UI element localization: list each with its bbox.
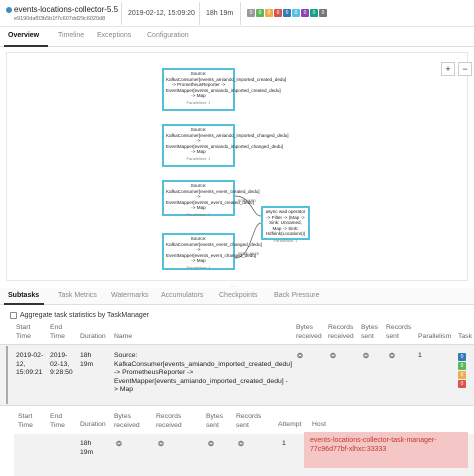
subtask-host: events-locations-collector-task-manager-… (304, 432, 468, 468)
job-duration: 18h 19m (206, 10, 234, 17)
status-badge: 0 (458, 380, 466, 388)
vertex-tabs: Subtasks Task Metrics Watermarks Accumul… (0, 288, 474, 305)
inner-col-attempt[interactable]: Attempt (278, 421, 301, 430)
status-badge: 0 (265, 9, 273, 17)
graph-node[interactable]: Source: KafkaConsumer[events_amiando_imp… (162, 124, 289, 167)
col-parallelism[interactable]: Parallelism (418, 333, 451, 342)
col-records-sent[interactable]: Records sent (386, 324, 414, 341)
node-label: async wait operator -> Filter -> (Map ->… (265, 209, 306, 237)
col-records-received[interactable]: Records received (328, 324, 358, 341)
tab-back-pressure[interactable]: Back Pressure (274, 292, 320, 299)
inner-col-records-sent[interactable]: Records sent (236, 413, 266, 430)
inner-col-start-time[interactable]: Start Time (18, 413, 42, 430)
status-badge: 0 (274, 9, 282, 17)
col-bytes-received[interactable]: Bytes received (296, 324, 326, 341)
tab-watermarks[interactable]: Watermarks (111, 292, 148, 299)
status-badge: 0 (256, 9, 264, 17)
status-badge: 0 (310, 9, 318, 17)
aggregate-checkbox[interactable] (10, 312, 17, 319)
node-parallelism: Parallelism: 1 (186, 264, 211, 270)
aggregate-label: Aggregate task statistics by TaskManager (20, 312, 150, 319)
zoom-out-button[interactable]: − (458, 62, 472, 76)
node-parallelism: Parallelism: 1 (186, 155, 211, 161)
loading-icon: ❂ (330, 353, 336, 360)
loading-icon: ❂ (363, 353, 369, 360)
status-badge: 0 (319, 9, 327, 17)
tab-accumulators[interactable]: Accumulators (161, 292, 203, 299)
task-status-badges: 0 0 0 0 0 0 0 0 0 (247, 9, 327, 17)
loading-icon: ❂ (208, 441, 214, 448)
edge-label: REBALANCE (238, 252, 260, 256)
row-duration: 18h 19m (80, 352, 94, 368)
job-id: e9190daf03b5b1f7c607dd29c6020d8 (14, 16, 106, 22)
header-divider (240, 2, 241, 25)
status-badge: 0 (283, 9, 291, 17)
loading-icon: ❂ (116, 441, 122, 448)
subtask-duration: 18h 19m (80, 440, 94, 456)
loading-icon: ❂ (238, 441, 244, 448)
status-badge: 0 (458, 371, 466, 379)
zoom-in-button[interactable]: + (441, 62, 455, 76)
tab-exceptions[interactable]: Exceptions (97, 32, 131, 39)
job-name: events-locations-collector-5.5 (14, 5, 119, 14)
header-divider (121, 2, 122, 25)
status-badge: 0 (458, 362, 466, 370)
loading-icon: ❂ (158, 441, 164, 448)
header-divider (199, 2, 200, 25)
node-label: Source: KafkaConsumer[events_event_creat… (166, 183, 260, 211)
graph-node[interactable]: Source: KafkaConsumer[events_amiando_imp… (162, 68, 287, 111)
status-badge: 0 (458, 353, 466, 361)
inner-col-bytes-received[interactable]: Bytes received (114, 413, 144, 430)
row-task-status: 0 0 0 0 (458, 353, 466, 388)
row-indicator (6, 346, 8, 404)
active-tab-indicator (4, 45, 48, 47)
tab-subtasks[interactable]: Subtasks (8, 292, 39, 299)
status-badge: 0 (247, 9, 255, 17)
node-parallelism: Parallelism: 1 (186, 99, 211, 105)
node-label: Source: KafkaConsumer[events_amiando_imp… (166, 127, 289, 155)
aggregate-option[interactable]: Aggregate task statistics by TaskManager (10, 312, 149, 319)
status-badge: 0 (292, 9, 300, 17)
tab-task-metrics[interactable]: Task Metrics (58, 292, 97, 299)
edge-label: FORWARD (238, 199, 256, 203)
row-end-time: 2019-02-13, 9:28:50 (50, 352, 73, 376)
inner-col-bytes-sent[interactable]: Bytes sent (206, 413, 228, 430)
node-label: Source: KafkaConsumer[events_event_chang… (166, 236, 262, 264)
col-end-time[interactable]: End Time (50, 324, 74, 341)
col-tasks[interactable]: Task (458, 333, 472, 342)
col-name[interactable]: Name (114, 333, 132, 342)
status-badge: 0 (301, 9, 309, 17)
col-start-time[interactable]: Start Time (16, 324, 44, 341)
col-duration[interactable]: Duration (80, 333, 106, 342)
job-tabs: Overview Timeline Exceptions Configurati… (0, 28, 474, 47)
graph-node[interactable]: Source: KafkaConsumer[events_event_chang… (162, 233, 262, 270)
graph-node[interactable]: async wait operator -> Filter -> (Map ->… (261, 206, 310, 243)
job-status-icon (6, 7, 12, 13)
row-name: Source: KafkaConsumer[events_amiando_imp… (114, 352, 292, 393)
node-label: Source: KafkaConsumer[events_amiando_imp… (166, 71, 287, 99)
row-start-time: 2019-02-12, 15:09:21 (16, 352, 44, 376)
col-bytes-sent[interactable]: Bytes sent (361, 324, 383, 341)
tab-timeline[interactable]: Timeline (58, 32, 84, 39)
tab-checkpoints[interactable]: Checkpoints (219, 292, 258, 299)
node-parallelism: Parallelism: 1 (186, 211, 211, 217)
inner-col-records-received[interactable]: Records received (156, 413, 198, 430)
job-graph[interactable]: + − Source: KafkaConsumer[events_amiando… (6, 52, 472, 281)
inner-col-end-time[interactable]: End Time (50, 413, 74, 430)
job-start-time: 2019-02-12, 15:09:20 (128, 10, 195, 17)
loading-icon: ❂ (389, 353, 395, 360)
row-parallelism: 1 (418, 352, 422, 359)
inner-col-duration[interactable]: Duration (80, 421, 106, 430)
tab-overview[interactable]: Overview (8, 32, 39, 39)
loading-icon: ❂ (297, 353, 303, 360)
graph-node[interactable]: Source: KafkaConsumer[events_event_creat… (162, 180, 260, 217)
subtask-attempt: 1 (282, 440, 286, 447)
node-parallelism: Parallelism: 1 (273, 237, 298, 243)
job-header: events-locations-collector-5.5 e9190daf0… (0, 0, 474, 27)
tab-configuration[interactable]: Configuration (147, 32, 189, 39)
inner-col-host[interactable]: Host (312, 421, 326, 430)
active-subtab-indicator (4, 303, 44, 305)
